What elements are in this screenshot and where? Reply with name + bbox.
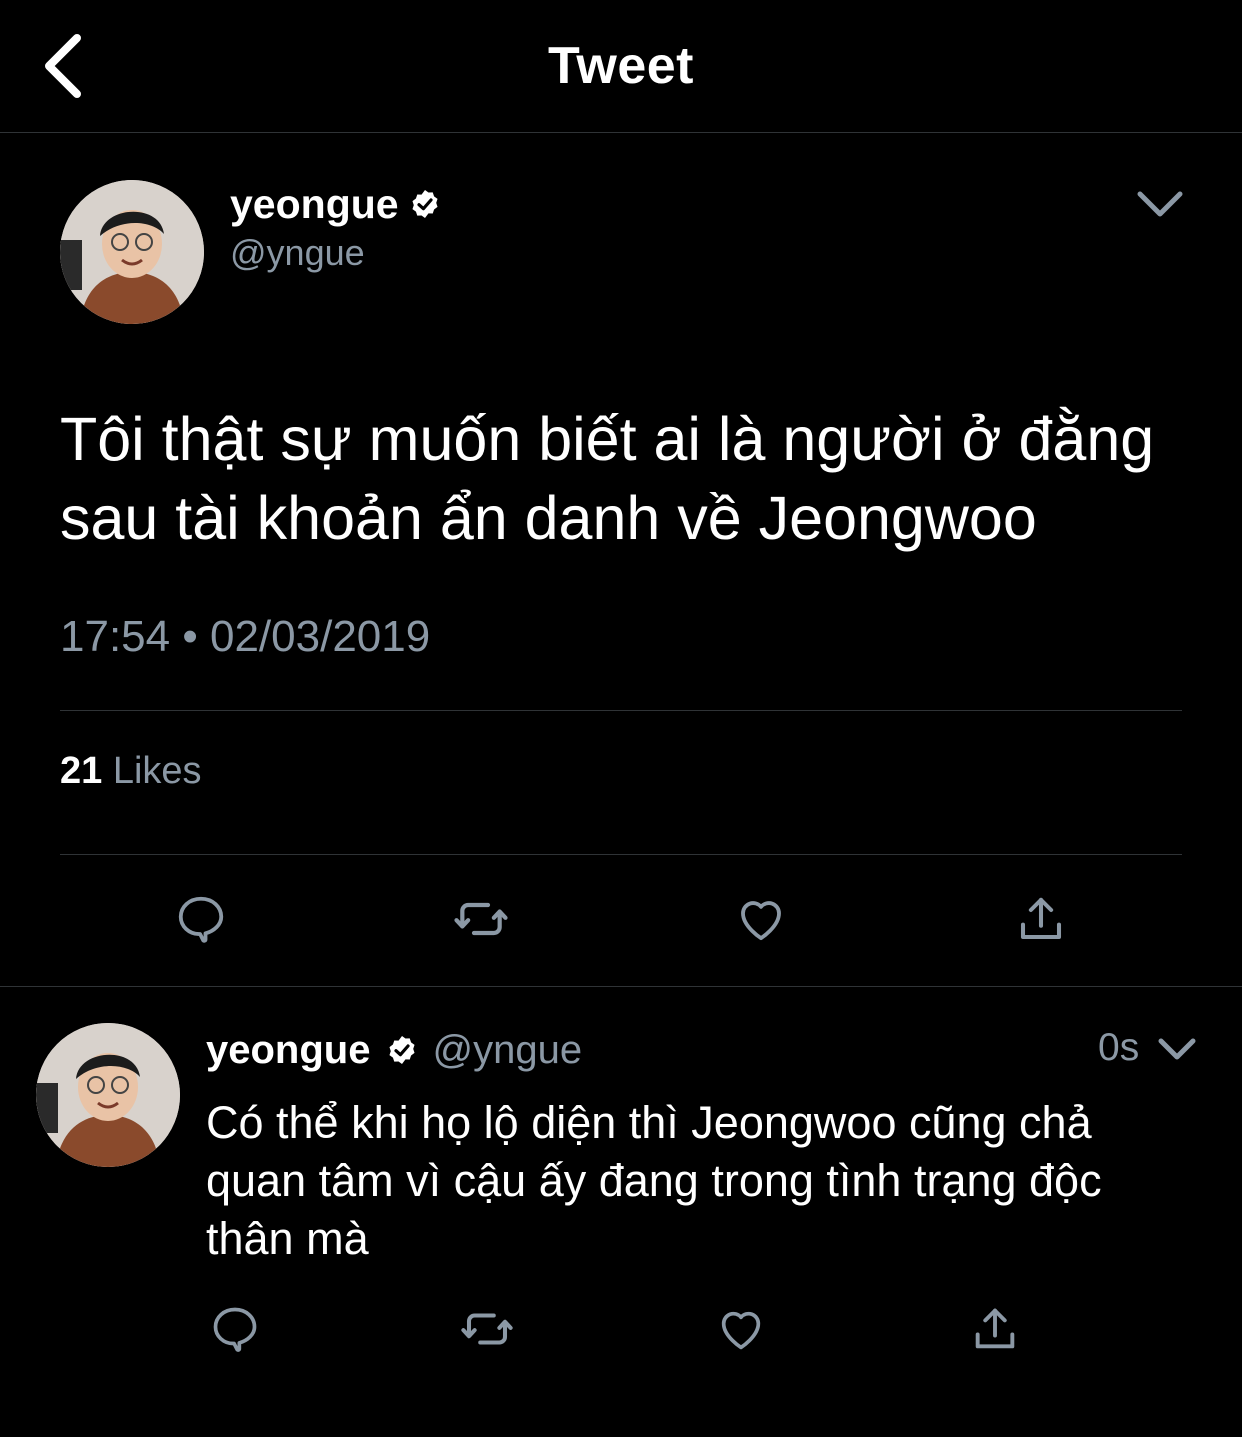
author-name[interactable]: yeongue	[230, 181, 399, 228]
share-icon	[1020, 897, 1062, 940]
chevron-down-icon	[1137, 191, 1183, 217]
retweet-button[interactable]	[449, 887, 513, 951]
tweet-date: 02/03/2019	[209, 612, 431, 661]
reply-button[interactable]	[169, 887, 233, 951]
likes-count: 21	[60, 750, 103, 792]
timestamp-separator: •	[182, 612, 198, 661]
tweet-menu-button[interactable]	[1130, 182, 1190, 226]
page-title: Tweet	[547, 37, 694, 95]
reply-share-button[interactable]	[963, 1297, 1027, 1361]
author-name-row[interactable]: yeongue	[230, 180, 441, 228]
avatar-image	[36, 1023, 180, 1167]
avatar[interactable]	[60, 180, 204, 324]
reply-menu-button[interactable]	[1152, 1032, 1202, 1066]
share-button[interactable]	[1009, 887, 1073, 951]
divider	[60, 710, 1182, 711]
like-icon	[741, 901, 781, 941]
reply-icon	[178, 896, 224, 943]
reply-text-line: thân mà	[206, 1213, 369, 1264]
likes-label: Likes	[112, 750, 202, 792]
divider	[60, 854, 1182, 855]
tweet-time: 17:54	[60, 612, 171, 661]
timestamp[interactable]: 17:54 • 02/03/2019	[60, 612, 430, 662]
retweet-icon	[454, 902, 508, 936]
likes-count-link[interactable]: 21 Likes	[60, 750, 202, 793]
tweet-text: Tôi thật sự muốn biết ai là người ở đằng…	[60, 400, 1200, 558]
reply-header: yeongue @yngue	[206, 1024, 582, 1076]
author-handle[interactable]: @yngue	[230, 232, 365, 274]
tweet-text-line: sau tài khoản ẩn danh về Jeongwoo	[60, 484, 1037, 552]
reply-like-button[interactable]	[709, 1297, 773, 1361]
reply-retweet-button[interactable]	[455, 1297, 519, 1361]
section-divider	[0, 986, 1242, 987]
verified-badge-icon	[412, 190, 438, 218]
like-button[interactable]	[729, 887, 793, 951]
avatar-image	[60, 180, 204, 324]
tweet-text-line: Tôi thật sự muốn biết ai là người ở đằng	[60, 405, 1155, 473]
verified-badge-icon	[389, 1036, 416, 1064]
chevron-down-icon	[1158, 1038, 1196, 1060]
reply-reply-button[interactable]	[203, 1297, 267, 1361]
reply-text-line: quan tâm vì cậu ấy đang trong tình trạng…	[206, 1155, 1102, 1206]
reply-avatar[interactable]	[36, 1023, 180, 1167]
reply-icon	[213, 1307, 257, 1352]
reply-author-name[interactable]: yeongue	[206, 1028, 370, 1073]
like-icon	[721, 1311, 761, 1350]
reply-author-handle[interactable]: @yngue	[432, 1028, 582, 1073]
reply-text: Có thể khi họ lộ diện thì Jeongwoo cũng …	[206, 1094, 1216, 1268]
retweet-icon	[461, 1313, 513, 1345]
reply-text-line: Có thể khi họ lộ diện thì Jeongwoo cũng …	[206, 1097, 1092, 1148]
share-icon	[975, 1308, 1015, 1349]
reply-age: 0s	[1098, 1026, 1140, 1069]
